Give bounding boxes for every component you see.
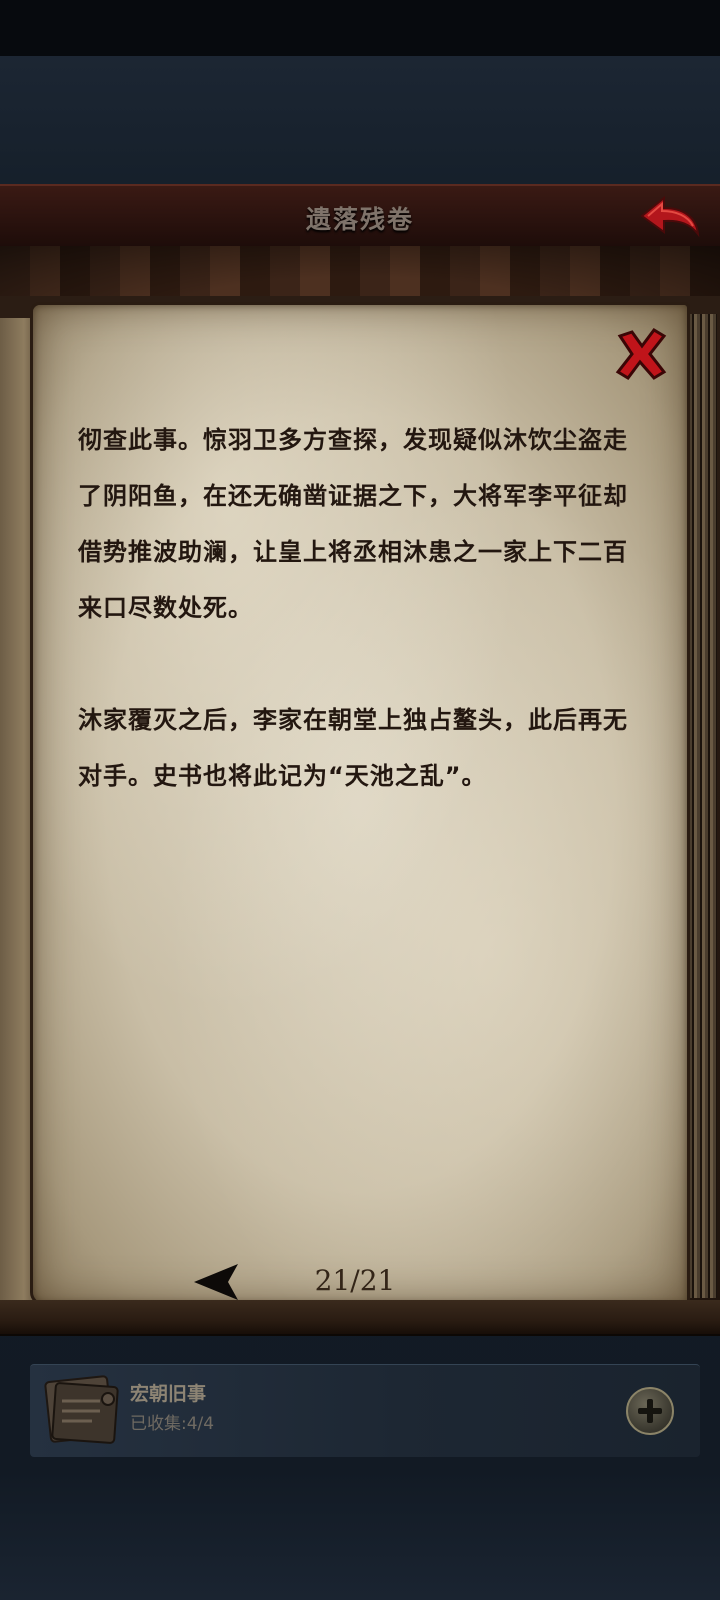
document-body: 彻查此事。惊羽卫多方查探，发现疑似沐饮尘盗走了阴阳鱼，在还无确凿证据之下，大将军… — [78, 412, 638, 804]
triangle-left-icon — [194, 1264, 238, 1300]
title-bar: 遗落残卷 — [0, 184, 720, 250]
book-bottom-edge — [0, 1300, 720, 1336]
prev-page-button[interactable] — [192, 1262, 244, 1302]
paragraph-1: 彻查此事。惊羽卫多方查探，发现疑似沐饮尘盗走了阴阳鱼，在还无确凿证据之下，大将军… — [78, 426, 628, 622]
page-title: 遗落残卷 — [305, 205, 414, 234]
collection-progress: 已收集:4/4 — [130, 1414, 215, 1434]
collection-item[interactable]: 宏朝旧事 已收集:4/4 — [30, 1364, 700, 1457]
book-stack-icon — [42, 1371, 128, 1451]
back-button[interactable] — [636, 194, 702, 240]
page-indicator: 21/21 — [314, 1264, 396, 1297]
x-close-icon — [615, 328, 667, 380]
screen: 遗落残卷 彻查此事。惊羽卫多方查探，发现疑似沐饮尘盗走了阴阳鱼，在还无确凿证据之… — [0, 0, 720, 1600]
curved-back-arrow-icon — [640, 195, 700, 238]
plus-vertical-bar — [647, 1399, 653, 1423]
add-button[interactable] — [626, 1387, 674, 1435]
paragraph-2: 沐家覆灭之后，李家在朝堂上独占鳌头，此后再无对手。史书也将此记为“天池之乱”。 — [78, 706, 628, 790]
close-button[interactable] — [612, 326, 668, 382]
collection-name: 宏朝旧事 — [130, 1383, 207, 1405]
